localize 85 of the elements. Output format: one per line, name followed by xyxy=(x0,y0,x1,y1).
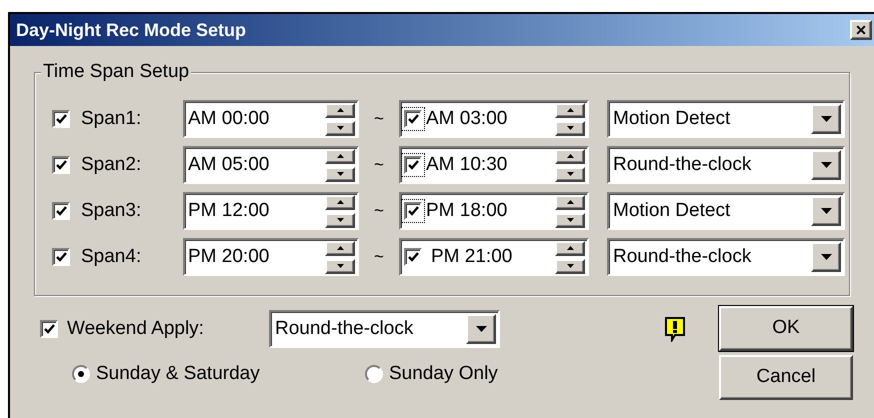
spin-up-button[interactable] xyxy=(325,240,355,256)
span-label: Span2: xyxy=(80,152,142,177)
spin-up-button[interactable] xyxy=(325,102,355,118)
down-triangle-icon xyxy=(566,172,574,176)
check-icon xyxy=(408,114,418,124)
span-label: Span3: xyxy=(80,198,142,223)
up-triangle-icon xyxy=(336,200,344,204)
mode-dropdown[interactable]: Motion Detect xyxy=(607,192,845,230)
spin-up-button[interactable] xyxy=(555,194,585,210)
radio-button[interactable] xyxy=(365,365,383,384)
weekend-label: Weekend Apply: xyxy=(66,316,205,341)
ok-button[interactable]: OK xyxy=(719,306,853,351)
cancel-button[interactable]: Cancel xyxy=(719,355,853,400)
radio-label: Sunday Only xyxy=(389,362,498,386)
start-time-field[interactable]: PM 20:00 xyxy=(183,238,359,276)
down-triangle-icon xyxy=(476,326,486,332)
down-triangle-icon xyxy=(820,254,832,260)
end-time-field[interactable]: AM 03:00 xyxy=(399,100,589,138)
up-triangle-icon xyxy=(566,108,574,112)
check-icon xyxy=(408,252,418,262)
span-label: Span4: xyxy=(80,244,142,269)
up-triangle-icon xyxy=(336,246,344,250)
checkbox[interactable] xyxy=(404,156,422,174)
down-triangle-icon xyxy=(820,116,832,122)
checkbox[interactable] xyxy=(404,110,422,128)
checkbox[interactable] xyxy=(52,248,70,266)
radio-label: Sunday & Saturday xyxy=(96,362,260,386)
end-time-field[interactable]: PM 21:00 xyxy=(399,238,589,276)
spin-down-button[interactable] xyxy=(325,166,355,182)
check-icon xyxy=(44,324,54,334)
spin-up-button[interactable] xyxy=(555,240,585,256)
down-triangle-icon xyxy=(566,126,574,130)
range-separator: ~ xyxy=(373,246,385,268)
down-triangle-icon xyxy=(336,218,344,222)
checkbox[interactable] xyxy=(40,320,58,338)
start-time-field[interactable]: AM 05:00 xyxy=(183,146,359,184)
up-triangle-icon xyxy=(336,154,344,158)
spin-down-button[interactable] xyxy=(555,212,585,228)
checkbox[interactable] xyxy=(52,156,70,174)
up-triangle-icon xyxy=(566,200,574,204)
down-triangle-icon xyxy=(820,162,832,168)
mode-dropdown[interactable]: Round-the-clock xyxy=(607,146,845,184)
spin-down-button[interactable] xyxy=(555,120,585,136)
up-triangle-icon xyxy=(336,108,344,112)
spin-down-button[interactable] xyxy=(325,120,355,136)
check-icon xyxy=(408,206,418,216)
check-icon xyxy=(56,252,66,262)
close-button[interactable]: × xyxy=(850,20,872,40)
down-triangle-icon xyxy=(566,264,574,268)
end-time-field[interactable]: AM 10:30 xyxy=(399,146,589,184)
check-icon xyxy=(56,160,66,170)
mode-dropdown[interactable]: Round-the-clock xyxy=(269,310,500,348)
radio-button[interactable] xyxy=(72,365,90,384)
spin-up-button[interactable] xyxy=(325,194,355,210)
checkbox[interactable] xyxy=(52,110,70,128)
spin-up-button[interactable] xyxy=(325,148,355,164)
spin-up-button[interactable] xyxy=(555,148,585,164)
down-triangle-icon xyxy=(336,264,344,268)
spin-up-button[interactable] xyxy=(555,102,585,118)
checkbox[interactable] xyxy=(404,202,422,220)
spin-down-button[interactable] xyxy=(555,166,585,182)
start-time-field[interactable]: AM 00:00 xyxy=(183,100,359,138)
down-triangle-icon xyxy=(336,126,344,130)
window-title: Day-Night Rec Mode Setup xyxy=(16,18,246,42)
check-icon xyxy=(56,206,66,216)
down-triangle-icon xyxy=(336,172,344,176)
check-icon xyxy=(408,160,418,170)
warning-icon xyxy=(664,316,686,342)
span-label: Span1: xyxy=(80,106,142,131)
check-icon xyxy=(56,114,66,124)
up-triangle-icon xyxy=(566,154,574,158)
down-triangle-icon xyxy=(820,208,832,214)
up-triangle-icon xyxy=(566,246,574,250)
start-time-field[interactable]: PM 12:00 xyxy=(183,192,359,230)
spin-down-button[interactable] xyxy=(325,212,355,228)
range-separator: ~ xyxy=(373,108,385,130)
end-time-field[interactable]: PM 18:00 xyxy=(399,192,589,230)
range-separator: ~ xyxy=(373,154,385,176)
mode-dropdown[interactable]: Motion Detect xyxy=(607,100,845,138)
down-triangle-icon xyxy=(566,218,574,222)
spin-down-button[interactable] xyxy=(555,258,585,274)
mode-dropdown[interactable]: Round-the-clock xyxy=(607,238,845,276)
spin-down-button[interactable] xyxy=(325,258,355,274)
range-separator: ~ xyxy=(373,200,385,222)
checkbox[interactable] xyxy=(52,202,70,220)
